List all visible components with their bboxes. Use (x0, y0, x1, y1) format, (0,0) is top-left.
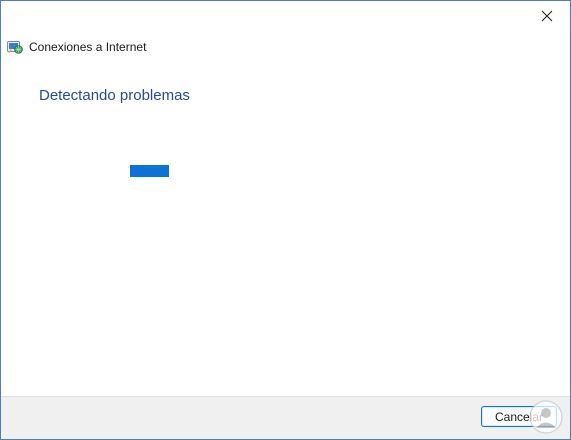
status-heading: Detectando problemas (39, 87, 190, 104)
network-troubleshooter-icon (7, 41, 23, 54)
close-icon (541, 10, 553, 22)
progress-indicator (130, 165, 169, 177)
dialog-title: Conexiones a Internet (29, 40, 147, 54)
troubleshooter-dialog: Conexiones a Internet Detectando problem… (0, 0, 571, 440)
dialog-footer: Cancelar (1, 396, 570, 439)
close-button[interactable] (524, 1, 570, 31)
watermark-logo-icon (529, 400, 563, 434)
dialog-header: Conexiones a Internet (7, 37, 146, 57)
